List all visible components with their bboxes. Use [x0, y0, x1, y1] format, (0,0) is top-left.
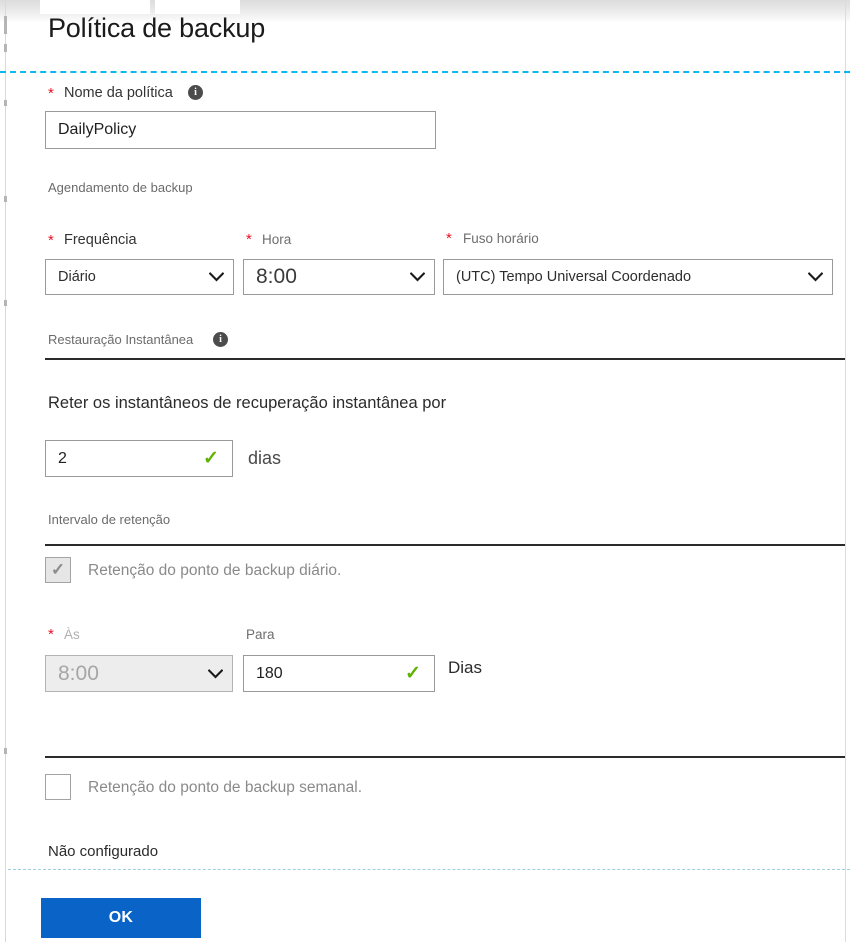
time-label: Hora	[262, 232, 292, 247]
retention-rule	[45, 544, 845, 546]
left-rail-mark-1	[4, 16, 7, 34]
daily-for-unit: Dias	[448, 658, 483, 677]
blade-left-edge	[5, 0, 6, 942]
chevron-down-icon	[400, 272, 434, 282]
daily-at-select: 8:00	[45, 655, 233, 692]
time-value: 8:00	[256, 265, 297, 288]
instant-restore-question: Reter os instantâneos de recuperação ins…	[48, 394, 447, 412]
frequency-required-star: *	[48, 232, 54, 249]
daily-at-required-star: *	[48, 626, 54, 643]
weekly-retention-status: Não configurado	[48, 843, 159, 860]
daily-retention-label: Retenção do ponto de backup diário.	[88, 562, 342, 579]
policy-name-label: Nome da política	[64, 85, 173, 101]
weekly-retention-label: Retenção do ponto de backup semanal.	[88, 779, 363, 796]
daily-at-value: 8:00	[58, 661, 99, 685]
policy-name-info-icon[interactable]: i	[188, 85, 203, 100]
frequency-select[interactable]: Diário	[45, 259, 234, 295]
footer-divider	[8, 869, 850, 870]
policy-name-required-star: *	[48, 85, 54, 102]
chevron-down-icon	[798, 272, 832, 282]
left-rail-mark-5	[4, 300, 7, 306]
left-rail-mark-6	[4, 748, 7, 754]
backup-policy-blade: Política de backup * Nome da política i …	[0, 0, 850, 942]
toolbar-notch-right	[155, 0, 240, 14]
retention-section-label: Intervalo de retenção	[48, 512, 171, 527]
instant-restore-unit: dias	[248, 448, 282, 468]
page-title: Política de backup	[48, 13, 266, 43]
daily-at-label: Às	[64, 627, 80, 642]
instant-restore-days-value: 2	[58, 449, 67, 467]
weekly-retention-checkbox[interactable]	[45, 774, 71, 800]
checkmark-icon: ✓	[50, 560, 66, 579]
check-icon: ✓	[405, 663, 421, 684]
time-select[interactable]: 8:00	[243, 259, 435, 295]
instant-restore-section-label: Restauração Instantânea	[48, 332, 194, 347]
ok-button[interactable]: OK	[41, 898, 201, 938]
frequency-value: Diário	[58, 269, 96, 285]
timezone-value: (UTC) Tempo Universal Coordenado	[456, 269, 692, 285]
weekly-retention-rule	[45, 756, 845, 758]
instant-restore-rule	[45, 358, 845, 360]
policy-name-input[interactable]: DailyPolicy	[45, 111, 436, 149]
time-required-star: *	[246, 231, 252, 248]
blade-right-edge	[845, 0, 846, 942]
schedule-section-label: Agendamento de backup	[48, 180, 193, 195]
daily-for-label: Para	[246, 627, 275, 642]
timezone-label: Fuso horário	[463, 231, 539, 246]
timezone-select[interactable]: (UTC) Tempo Universal Coordenado	[443, 259, 833, 295]
policy-name-value: DailyPolicy	[58, 121, 137, 138]
left-rail-mark-2	[4, 44, 7, 52]
daily-retention-checkbox[interactable]: ✓	[45, 557, 71, 583]
header-divider	[0, 71, 850, 73]
toolbar-notch-left	[40, 0, 150, 14]
frequency-label: Frequência	[64, 232, 137, 248]
check-icon: ✓	[203, 448, 219, 469]
instant-restore-days-input[interactable]: 2 ✓	[45, 440, 233, 477]
left-rail-mark-4	[4, 196, 7, 202]
instant-restore-info-icon[interactable]: i	[213, 332, 228, 347]
daily-for-value: 180	[256, 664, 283, 682]
left-rail-mark-3	[4, 100, 7, 106]
daily-for-input[interactable]: 180 ✓	[243, 655, 435, 692]
timezone-required-star: *	[446, 230, 452, 247]
chevron-down-icon	[198, 668, 232, 679]
chevron-down-icon	[199, 272, 233, 282]
